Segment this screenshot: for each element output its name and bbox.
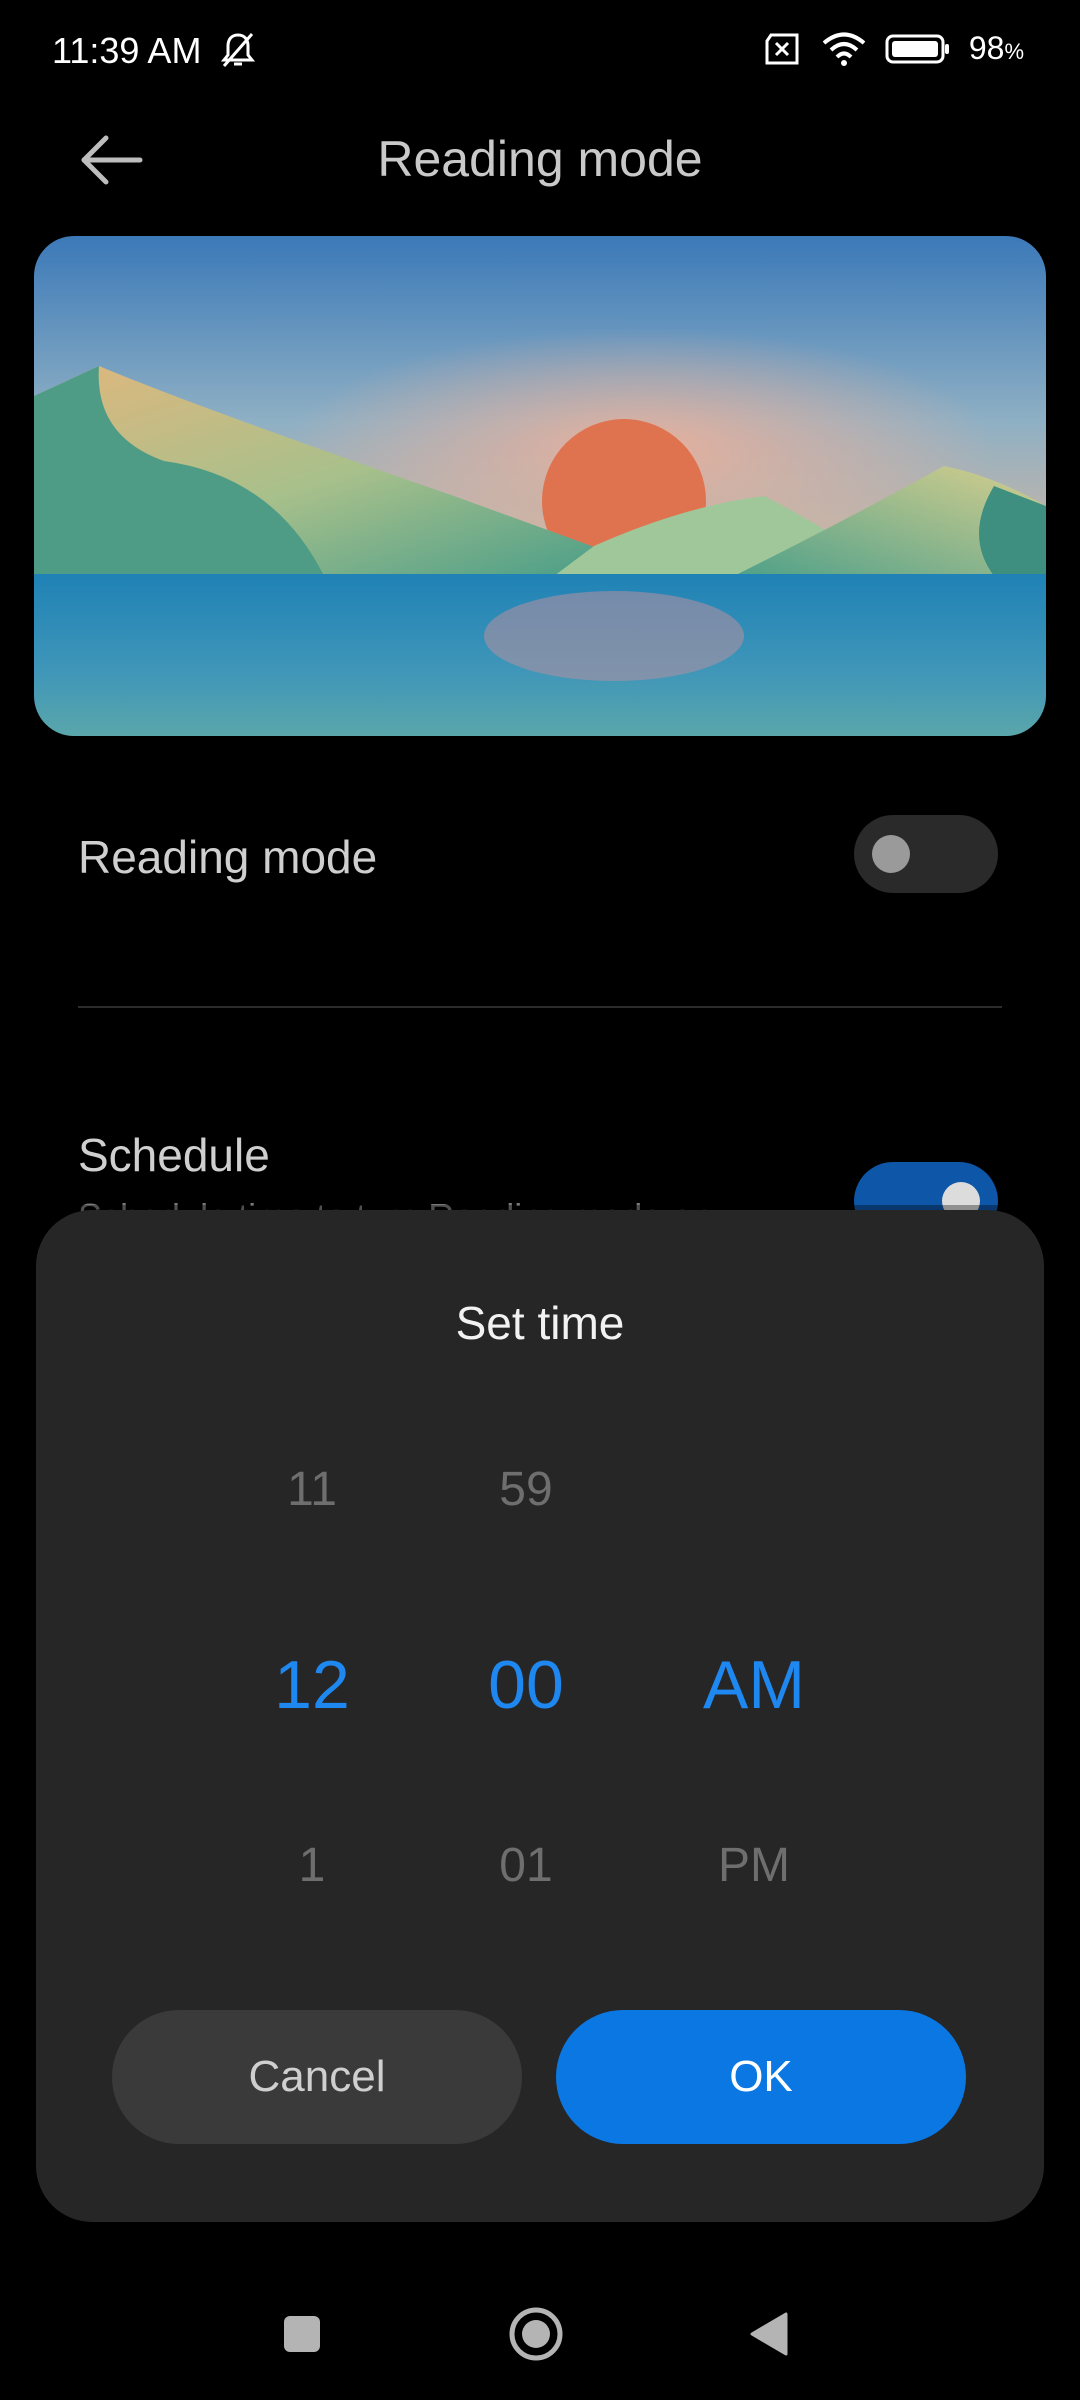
hour-next[interactable]: 1 (212, 1838, 412, 1893)
bell-muted-icon (220, 33, 256, 67)
cancel-button[interactable]: Cancel (112, 2010, 522, 2144)
period-selected[interactable]: AM (654, 1646, 854, 1724)
back-triangle-icon[interactable] (746, 2310, 790, 2358)
minute-selected[interactable]: 00 (426, 1646, 626, 1724)
battery-icon (885, 34, 949, 63)
hour-prev[interactable]: 11 (212, 1462, 412, 1517)
system-nav-bar (0, 2270, 1080, 2400)
sim-none-icon (765, 33, 799, 64)
minute-next[interactable]: 01 (426, 1838, 626, 1893)
battery-percent: 98% (968, 30, 1024, 66)
status-icons: 98% (763, 30, 1024, 67)
reading-mode-toggle[interactable] (854, 815, 998, 893)
minute-prev[interactable]: 59 (426, 1462, 626, 1517)
hour-selected[interactable]: 12 (212, 1646, 412, 1724)
reading-mode-row[interactable]: Reading mode (78, 800, 998, 910)
reading-mode-label: Reading mode (78, 831, 378, 883)
toggle-knob (872, 835, 910, 873)
set-time-dialog: Set time 11 12 1 59 00 01 AM PM Cancel O… (36, 1210, 1044, 2222)
ok-button[interactable]: OK (556, 2010, 966, 2144)
wifi-icon (822, 32, 866, 66)
status-bar: 11:39 AM 98% (0, 0, 1080, 110)
dialog-title: Set time (455, 1297, 625, 1349)
home-icon[interactable] (508, 2306, 564, 2362)
status-time: 11:39 AM (52, 30, 202, 71)
reading-mode-illustration (34, 236, 1046, 736)
page-title: Reading mode (377, 131, 703, 187)
divider (78, 1006, 1002, 1008)
schedule-label: Schedule (78, 1129, 270, 1181)
period-next[interactable]: PM (654, 1838, 854, 1893)
app-bar: Reading mode (0, 110, 1080, 210)
recents-icon[interactable] (284, 2316, 320, 2352)
